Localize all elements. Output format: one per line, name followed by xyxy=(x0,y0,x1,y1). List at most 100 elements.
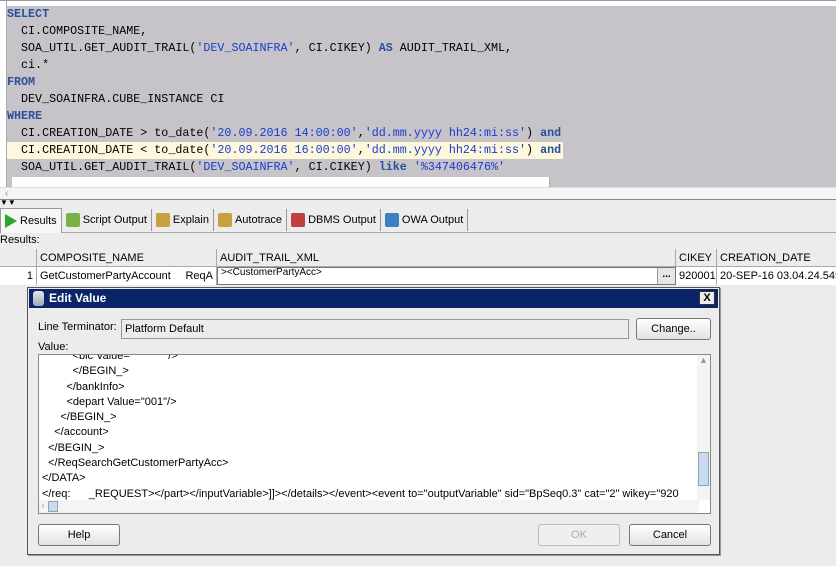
sql-string: 'dd.mm.yyyy hh24:mi:ss' xyxy=(364,126,527,140)
sql-line[interactable]: CI.COMPOSITE_NAME, xyxy=(7,23,836,40)
row-number: 1 xyxy=(0,267,37,285)
sql-text: ) xyxy=(526,126,541,140)
cancel-button[interactable]: Cancel xyxy=(629,524,711,546)
value-label: Value: xyxy=(38,341,69,353)
edit-value-dialog: Edit Value X Line Terminator: Platform D… xyxy=(27,287,720,555)
tab-owa-output[interactable]: OWA Output xyxy=(381,209,469,231)
sql-string: '20.09.2016 16:00:00' xyxy=(210,143,358,157)
close-button[interactable]: X xyxy=(699,291,715,305)
line-terminator-field[interactable]: Platform Default xyxy=(121,319,629,339)
grid-header-row: COMPOSITE_NAME AUDIT_TRAIL_XML CIKEY CRE… xyxy=(0,249,836,267)
column-header-composite-name[interactable]: COMPOSITE_NAME xyxy=(37,249,217,266)
sql-text: AUDIT_TRAIL_XML, xyxy=(392,41,513,55)
value-text[interactable]: <bic Value=" "/> </BEGIN_> </bankInfo> <… xyxy=(39,355,699,513)
horizontal-scroll-thumb[interactable] xyxy=(48,501,58,512)
sql-line[interactable]: SOA_UTIL.GET_AUDIT_TRAIL('DEV_SOAINFRA',… xyxy=(7,40,836,57)
sql-line[interactable]: ci.* xyxy=(7,57,836,74)
tab-label: Autotrace xyxy=(234,214,283,226)
change-button[interactable]: Change.. xyxy=(636,318,711,340)
panel-splitter[interactable]: ▼▼ xyxy=(0,199,836,207)
sql-text: , CI.CIKEY) xyxy=(294,41,379,55)
table-row[interactable]: 1 GetCustomerPartyAccount ReqA ><Customer… xyxy=(0,267,836,285)
sql-text: , xyxy=(357,143,365,157)
owa-output-icon xyxy=(384,213,399,227)
value-vertical-scrollbar[interactable]: ▲ xyxy=(697,355,710,500)
sql-text: DEV_SOAINFRA.CUBE_INSTANCE CI xyxy=(7,92,225,106)
results-label: Results: xyxy=(0,234,40,246)
sql-text: , CI.CIKEY) xyxy=(294,160,379,174)
results-grid: COMPOSITE_NAME AUDIT_TRAIL_XML CIKEY CRE… xyxy=(0,249,836,285)
dbms-output-icon xyxy=(291,213,306,227)
sql-string: 'dd.mm.yyyy hh24:mi:ss' xyxy=(364,143,527,157)
tab-label: Script Output xyxy=(82,214,147,226)
sql-editor[interactable]: SELECT CI.COMPOSITE_NAME, SOA_UTIL.GET_A… xyxy=(0,0,836,200)
cell-creation-date[interactable]: 20-SEP-16 03.04.24.545 xyxy=(717,267,836,285)
ok-button[interactable]: OK xyxy=(538,524,620,546)
tab-label: DBMS Output xyxy=(308,214,376,226)
tab-results[interactable]: Results xyxy=(0,207,62,233)
sql-text: CI.COMPOSITE_NAME, xyxy=(7,24,148,38)
cell-cikey[interactable]: 920001 xyxy=(676,267,717,285)
sql-line[interactable]: SOA_UTIL.GET_AUDIT_TRAIL('DEV_SOAINFRA',… xyxy=(7,159,836,176)
sql-text: SOA_UTIL.GET_AUDIT_TRAIL( xyxy=(7,160,197,174)
autotrace-icon xyxy=(217,213,232,227)
cell-audit-trail-xml[interactable]: ><CustomerPartyAcc>... xyxy=(217,267,676,285)
value-horizontal-scrollbar[interactable]: ‹ xyxy=(39,500,699,513)
sql-line[interactable]: SELECT xyxy=(7,6,836,23)
sql-text: , xyxy=(357,126,365,140)
sql-text: SOA_UTIL.GET_AUDIT_TRAIL( xyxy=(7,41,197,55)
row-number-header xyxy=(0,249,37,266)
run-icon xyxy=(5,213,17,228)
output-tabs: Results Script Output Explain Autotrace DBMS… xyxy=(0,207,836,233)
sql-string: 'DEV_SOAINFRA' xyxy=(196,160,295,174)
sql-text: ci.* xyxy=(7,58,50,72)
column-header-creation-date[interactable]: CREATION_DATE xyxy=(717,249,836,266)
edit-value-ellipsis-button[interactable]: ... xyxy=(657,268,675,284)
tab-label: Explain xyxy=(172,214,209,226)
audit-trail-text: ><CustomerPartyAcc> xyxy=(221,267,322,278)
sql-code[interactable]: SELECT CI.COMPOSITE_NAME, SOA_UTIL.GET_A… xyxy=(7,6,836,187)
vertical-scroll-thumb[interactable] xyxy=(698,452,709,486)
sql-string: '20.09.2016 14:00:00' xyxy=(210,126,358,140)
tab-explain[interactable]: Explain xyxy=(152,209,214,231)
editor-empty-line xyxy=(12,177,550,187)
sql-text: CI.CREATION_DATE > to_date( xyxy=(7,126,211,140)
sql-line[interactable]: CI.CREATION_DATE < to_date('20.09.2016 1… xyxy=(7,142,563,159)
sql-string: '%347406476%' xyxy=(413,160,506,174)
explain-icon xyxy=(155,213,170,227)
sql-text: ) xyxy=(526,143,541,157)
editor-horizontal-scrollbar[interactable]: ‹ xyxy=(0,187,836,199)
sql-keyword: like xyxy=(378,160,407,174)
sql-keyword: SELECT xyxy=(7,7,50,21)
composite-name-text: GetCustomerPartyAccount xyxy=(40,270,171,282)
tab-label: OWA Output xyxy=(401,214,464,226)
sql-line[interactable]: CI.CREATION_DATE > to_date('20.09.2016 1… xyxy=(7,125,836,142)
sql-line[interactable]: WHERE xyxy=(7,108,836,125)
sql-keyword: and xyxy=(540,143,562,157)
value-textarea[interactable]: <bic Value=" "/> </BEGIN_> </bankInfo> <… xyxy=(38,354,711,514)
composite-name-overflow: ReqA xyxy=(185,270,213,282)
sql-text: CI.CREATION_DATE < to_date( xyxy=(7,143,211,157)
line-terminator-label: Line Terminator: xyxy=(38,321,117,333)
sql-line[interactable]: DEV_SOAINFRA.CUBE_INSTANCE CI xyxy=(7,91,836,108)
sql-line[interactable]: FROM xyxy=(7,74,836,91)
sql-string: 'DEV_SOAINFRA' xyxy=(196,41,295,55)
tab-dbms-output[interactable]: DBMS Output xyxy=(287,209,381,231)
editor-gutter xyxy=(0,1,7,187)
help-button[interactable]: Help xyxy=(38,524,120,546)
sql-keyword: AS xyxy=(378,41,393,55)
cell-composite-name[interactable]: GetCustomerPartyAccount ReqA xyxy=(37,267,217,285)
sql-keyword: and xyxy=(540,126,562,140)
tab-label: Results xyxy=(20,214,57,227)
sql-keyword: WHERE xyxy=(7,109,43,123)
column-header-cikey[interactable]: CIKEY xyxy=(676,249,717,266)
dialog-title: Edit Value xyxy=(49,291,107,305)
tab-script-output[interactable]: Script Output xyxy=(62,209,152,231)
dialog-app-icon xyxy=(33,291,44,306)
column-header-audit-trail-xml[interactable]: AUDIT_TRAIL_XML xyxy=(217,249,676,266)
script-output-icon xyxy=(65,213,80,227)
tab-autotrace[interactable]: Autotrace xyxy=(214,209,288,231)
dialog-title-bar[interactable]: Edit Value X xyxy=(29,289,718,308)
sql-keyword: FROM xyxy=(7,75,36,89)
